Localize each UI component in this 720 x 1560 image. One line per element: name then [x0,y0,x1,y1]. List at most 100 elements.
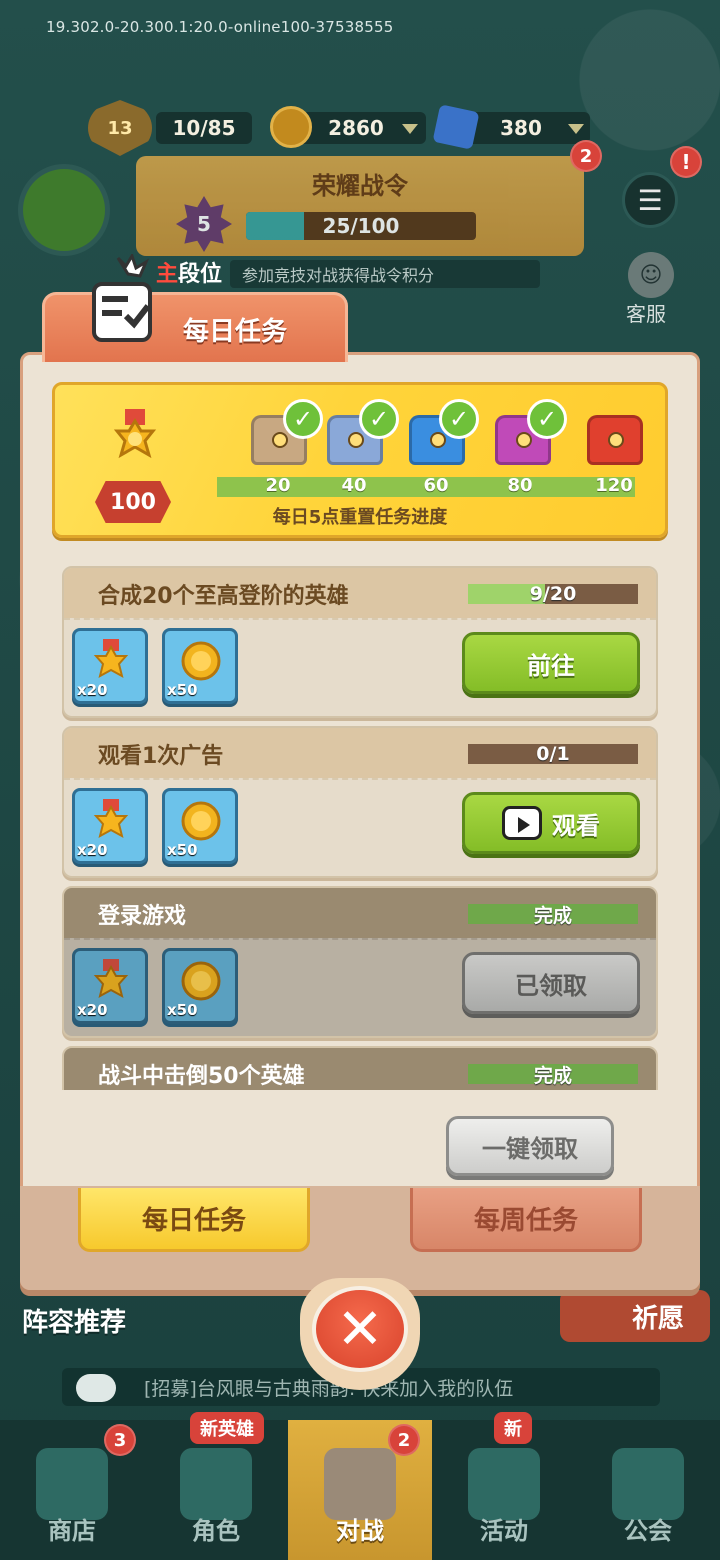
claim-all-button[interactable]: 一键领取 [446,1116,614,1176]
task-progress-bar: 0/1 [468,743,638,765]
task-card: 战斗中击倒50个英雄 完成 [62,1046,658,1090]
task-progress-text: 完成 [533,904,572,927]
lineup-recommend-button[interactable]: 阵容推荐 [22,1302,126,1339]
nav-events-tag: 新 [494,1412,532,1444]
coin-icon [181,961,221,1001]
nav-events-label: 活动 [480,1517,528,1545]
task-name: 战斗中击倒50个英雄 [98,1064,305,1089]
task-list[interactable]: 合成20个至高登阶的英雄 9/20 x20 x50 前往 观看1次广告 0/1 … [52,556,668,1090]
watch-ad-label: 观看 [552,811,600,840]
battle-pass-progress-text: 25/100 [322,214,400,238]
watch-ad-button[interactable]: 观看 [462,792,640,854]
events-shield-icon [468,1448,540,1520]
task-progress-bar: 完成 [468,1064,638,1087]
nav-shop[interactable]: 商店 3 [0,1420,144,1560]
close-icon[interactable]: ✕ [312,1286,408,1372]
nav-heroes[interactable]: 角色 新英雄 [144,1412,288,1560]
exp-counter: 10/85 [156,112,252,144]
coin-icon [181,801,221,841]
nav-events[interactable]: 活动 新 [432,1412,576,1560]
nav-battle-badge: 2 [388,1424,420,1456]
reward-coin-tile[interactable]: x50 [162,948,238,1024]
chest-60-claimed-icon: ✓ [439,399,479,439]
reward-qty: x50 [167,841,198,859]
claimed-button: 已领取 [462,952,640,1014]
reward-medal-tile[interactable]: x20 [72,628,148,704]
shop-icon [36,1448,108,1520]
battle-pass-card[interactable]: 荣耀战令 5 25/100 [136,156,584,256]
crossed-swords-icon [324,1448,396,1520]
tv-icon [502,806,542,840]
nav-guild[interactable]: 公会 [576,1420,720,1560]
chest-20-claimed-icon: ✓ [283,399,323,439]
task-card: 登录游戏 完成 x20 x50 已领取 [62,886,658,1038]
alert-icon: ! [670,146,702,178]
player-avatar[interactable] [18,164,110,256]
nav-heroes-tag: 新英雄 [190,1412,264,1444]
battle-pass-title: 荣耀战令 [312,172,408,200]
milestone-80: 80 [507,475,533,496]
milestone-60: 60 [423,475,449,496]
tab-daily-tasks[interactable]: 每日任务 [78,1188,310,1252]
nav-guild-label: 公会 [624,1517,672,1545]
modal-title: 每日任务 [183,317,288,347]
battle-pass-hint: 参加竞技对战获得战令积分 [230,260,540,288]
nav-shop-badge: 3 [104,1424,136,1456]
coin-icon [181,641,221,681]
rank-label[interactable]: 主段位 [156,256,222,288]
reward-qty: x50 [167,681,198,699]
go-button[interactable]: 前往 [462,632,640,694]
task-name: 观看1次广告 [98,744,224,769]
milestone-40: 40 [341,475,367,496]
rank-prefix: 主 [156,262,179,287]
reset-note: 每日5点重置任务进度 [272,507,448,528]
medal-icon [93,959,129,998]
reward-coin-tile[interactable]: x50 [162,788,238,864]
milestone-120: 120 [595,475,633,496]
nav-shop-label: 商店 [48,1517,96,1545]
medal-icon [113,409,157,459]
milestone-20: 20 [265,475,291,496]
battle-pass-progress: 25/100 [246,212,476,240]
task-progress-bar: 完成 [468,904,638,927]
battle-pass-level: 5 [176,196,232,252]
coin-icon [270,106,312,148]
task-card: 观看1次广告 0/1 x20 x50 观看 [62,726,658,878]
customer-service-label: 客服 [626,302,666,326]
task-progress-text: 0/1 [536,743,570,765]
task-card: 合成20个至高登阶的英雄 9/20 x20 x50 前往 [62,566,658,718]
reward-coin-tile[interactable]: x50 [162,628,238,704]
chest-80-claimed-icon: ✓ [527,399,567,439]
nav-heroes-label: 角色 [192,1517,240,1545]
task-progress-bar: 9/20 [468,583,638,605]
reward-medal-tile[interactable]: x20 [72,948,148,1024]
reward-qty: x20 [77,681,108,699]
menu-icon[interactable]: ☰ [622,172,678,228]
chat-icon [76,1374,116,1402]
nav-battle[interactable]: 对战 2 [288,1420,432,1560]
coin-dropdown-icon[interactable] [402,124,418,134]
rank-text: 段位 [178,262,223,287]
chest-120-icon[interactable] [587,415,643,465]
reward-medal-tile[interactable]: x20 [72,788,148,864]
version-text: 19.302.0-20.300.1:20.0-online100-3753855… [46,18,394,36]
battle-pass-badge: 2 [570,140,602,172]
claimed-label: 已领取 [515,971,587,1000]
gem-dropdown-icon[interactable] [568,124,584,134]
task-name: 合成20个至高登阶的英雄 [98,584,349,609]
gem-amount: 380 [500,116,542,140]
wish-button[interactable]: 祈愿 [560,1290,710,1342]
reward-qty: x50 [167,1001,198,1019]
task-progress-text: 完成 [533,1064,572,1087]
bottom-nav: 商店 3 角色 新英雄 对战 2 活动 新 公会 [0,1412,720,1560]
points-reward-banner: 100 ✓ 20 ✓ 40 ✓ 60 ✓ 80 120 每日5点重置任务进度 [52,382,668,538]
task-scroll-icon [92,254,152,342]
hero-cards-icon [180,1448,252,1520]
medal-icon [93,639,129,678]
coin-amount: 2860 [328,116,384,140]
nav-battle-label: 对战 [336,1517,384,1545]
chest-40-claimed-icon: ✓ [359,399,399,439]
customer-service-icon[interactable]: ☺ [628,252,674,298]
tab-weekly-tasks[interactable]: 每周任务 [410,1188,642,1252]
reward-qty: x20 [77,841,108,859]
